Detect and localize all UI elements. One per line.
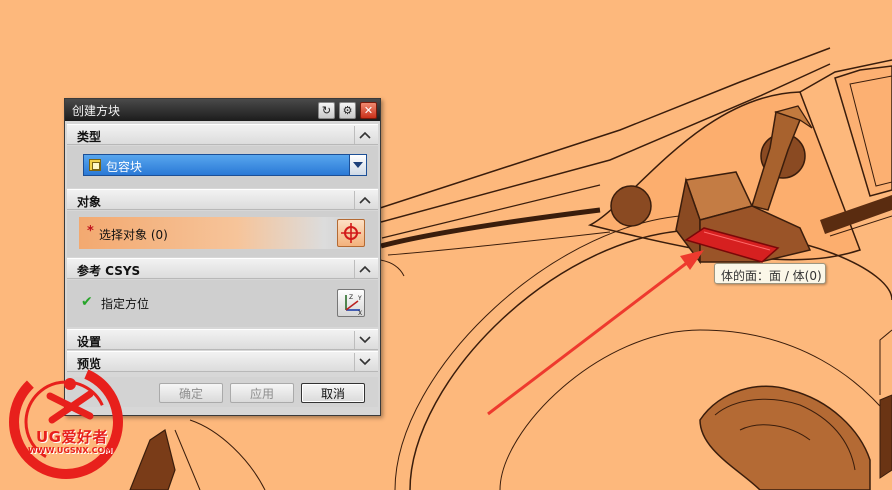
- type-dropdown-value: 包容块: [106, 160, 143, 174]
- selection-tooltip: 体的面：面 / 体(0): [714, 263, 826, 284]
- section-settings-label: 设置: [77, 335, 102, 349]
- select-object-row[interactable]: * 选择对象 (0): [79, 217, 367, 249]
- section-type-label: 类型: [77, 130, 102, 144]
- required-star-icon: *: [87, 224, 94, 239]
- gear-icon: ⚙: [342, 104, 353, 117]
- svg-text:Y: Y: [357, 295, 362, 302]
- section-csys-header[interactable]: 参考 CSYS: [67, 258, 378, 279]
- block-type-icon: [89, 159, 101, 171]
- chevron-up-icon: [354, 126, 374, 144]
- select-object-button[interactable]: [337, 219, 365, 247]
- csys-icon: Z Y X: [345, 294, 362, 317]
- chevron-down-icon[interactable]: [349, 155, 366, 175]
- chevron-up-icon: [354, 191, 374, 209]
- watermark-url: WWW.UGSNX.COM: [28, 446, 113, 455]
- settings-button[interactable]: ⚙: [339, 102, 356, 119]
- section-settings-header[interactable]: 设置: [67, 329, 378, 350]
- cancel-button[interactable]: 取消: [301, 383, 365, 403]
- dialog-titlebar[interactable]: 创建方块 ↻ ⚙ ✕: [65, 99, 380, 121]
- section-csys-body: ✔ 指定方位 Z Y X: [67, 280, 378, 327]
- csys-dialog-button[interactable]: Z Y X: [337, 289, 365, 317]
- section-type-header[interactable]: 类型: [67, 124, 378, 145]
- crosshair-icon: [341, 223, 361, 243]
- check-icon: ✔: [81, 294, 93, 310]
- section-object-body: * 选择对象 (0): [67, 211, 378, 257]
- close-button[interactable]: ✕: [360, 102, 377, 119]
- section-type-body: 包容块: [67, 146, 378, 188]
- ugsnx-watermark-logo: UG爱好者 WWW.UGSNX.COM: [8, 362, 130, 484]
- chevron-down-icon: [354, 331, 374, 349]
- reset-button[interactable]: ↻: [318, 102, 335, 119]
- section-object-label: 对象: [77, 195, 102, 209]
- watermark-brand: UG爱好者: [36, 428, 108, 446]
- close-icon: ✕: [363, 104, 374, 117]
- type-dropdown[interactable]: 包容块: [83, 154, 367, 176]
- section-object-header[interactable]: 对象: [67, 189, 378, 210]
- svg-text:X: X: [358, 310, 362, 316]
- logo-ring-icon: [9, 365, 123, 480]
- reset-icon: ↻: [321, 104, 332, 117]
- chevron-down-icon: [354, 353, 374, 371]
- dialog-title: 创建方块: [72, 104, 121, 118]
- chevron-up-icon: [354, 260, 374, 278]
- specify-orientation-label: 指定方位: [101, 297, 150, 311]
- select-object-label: 选择对象 (0): [99, 228, 168, 242]
- svg-text:Z: Z: [349, 294, 353, 301]
- ok-button[interactable]: 确定: [159, 383, 223, 403]
- apply-button[interactable]: 应用: [230, 383, 294, 403]
- section-csys-label: 参考 CSYS: [77, 264, 141, 278]
